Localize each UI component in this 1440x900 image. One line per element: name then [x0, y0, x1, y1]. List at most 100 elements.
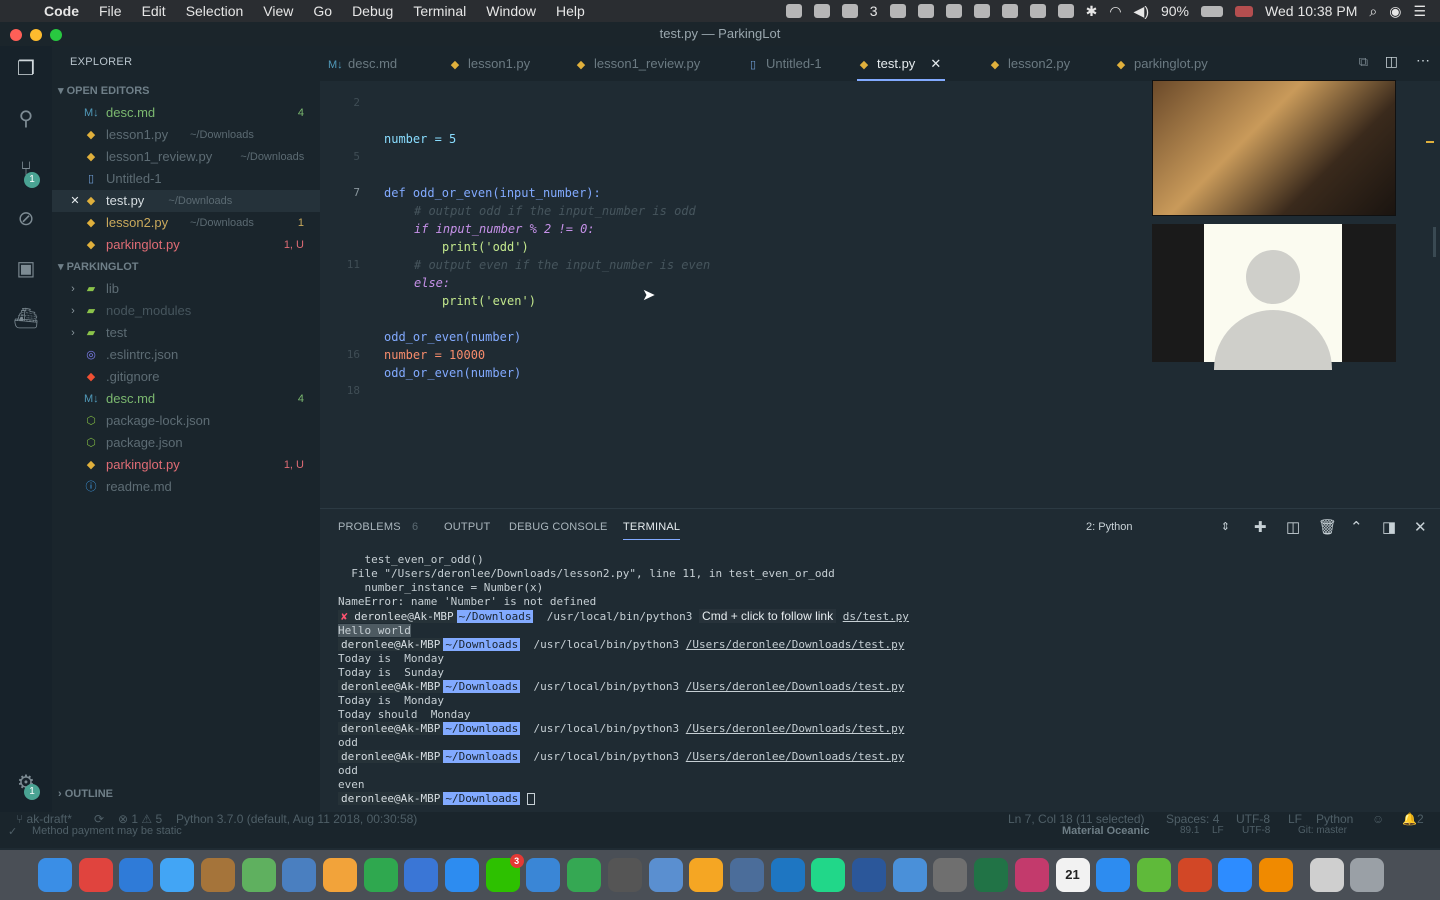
markdown-dock-icon[interactable]: [1096, 858, 1131, 892]
pycharm-dock-icon[interactable]: [811, 858, 846, 892]
search-icon[interactable]: ⚲: [13, 106, 39, 132]
close-editor-icon[interactable]: ✕: [68, 190, 82, 212]
feedback-icon[interactable]: ☺: [1372, 812, 1384, 826]
tab-untitled-1[interactable]: ▯ Untitled-1: [746, 46, 822, 81]
dropbox-icon[interactable]: [889, 4, 906, 18]
close-panel-icon[interactable]: ✕: [1414, 518, 1427, 536]
split-editor-icon[interactable]: ◫: [1385, 53, 1398, 70]
battery-percent[interactable]: 90%: [1161, 3, 1189, 19]
menu-file[interactable]: File: [89, 3, 132, 19]
menu-debug[interactable]: Debug: [342, 3, 403, 19]
branch-status[interactable]: ⑂ ak-draft*: [16, 812, 72, 826]
evernote-status-icon[interactable]: [813, 4, 830, 18]
close-tab-icon[interactable]: ✕: [930, 46, 941, 81]
tab-lesson1-py[interactable]: ◆ lesson1.py: [448, 46, 530, 81]
extensions-icon[interactable]: ▣: [13, 256, 39, 282]
outline-header[interactable]: › OUTLINE: [58, 788, 113, 800]
time-machine-icon[interactable]: [1057, 4, 1074, 18]
creative-cloud-icon[interactable]: [945, 4, 962, 18]
powerpoint-dock-icon[interactable]: [1177, 858, 1212, 892]
clipboard-icon[interactable]: [1029, 4, 1046, 18]
virtualbox-dock-icon[interactable]: [933, 858, 968, 892]
chevron-right-icon[interactable]: ›: [66, 278, 80, 300]
tab-test-py[interactable]: ◆ test.py ✕: [857, 46, 946, 81]
maps-dock-icon[interactable]: [241, 858, 276, 892]
sketch-dock-icon[interactable]: [689, 858, 724, 892]
open-editor-item[interactable]: M↓ desc.md 4: [52, 102, 320, 124]
tab-lesson2-py[interactable]: ◆ lesson2.py: [988, 46, 1070, 81]
close-window-button[interactable]: [10, 29, 22, 41]
menu-view[interactable]: View: [253, 3, 303, 19]
more-actions-icon[interactable]: ⋯: [1416, 52, 1430, 69]
preview-dock-icon[interactable]: [282, 858, 317, 892]
chevron-right-icon[interactable]: ›: [66, 300, 80, 322]
encoding-status-2[interactable]: UTF-8: [1242, 825, 1270, 836]
scrollbar-thumb[interactable]: [1433, 227, 1436, 257]
notes-dock-icon[interactable]: [200, 858, 235, 892]
sync-icon[interactable]: ⟳: [94, 812, 104, 826]
docker-icon[interactable]: ⛴: [13, 306, 39, 332]
appstore-dock-icon[interactable]: [445, 858, 479, 892]
notification-center-icon[interactable]: ☰: [1413, 3, 1426, 20]
theme-status[interactable]: Material Oceanic: [1062, 825, 1149, 837]
script-link[interactable]: ds/test.py: [843, 610, 909, 623]
chevron-up-icon[interactable]: ⌃: [1350, 518, 1363, 536]
messages-dock-icon[interactable]: [160, 858, 195, 892]
us-flag-icon[interactable]: [1235, 5, 1254, 17]
tab-lesson1-review-py[interactable]: ◆ lesson1_review.py: [574, 46, 700, 81]
wifi-icon[interactable]: ◠: [1109, 3, 1121, 20]
script-link[interactable]: /Users/deronlee/Downloads/test.py: [686, 638, 905, 651]
vlc-status-icon[interactable]: [785, 4, 802, 18]
menu-edit[interactable]: Edit: [132, 3, 176, 19]
sublime-dock-icon[interactable]: [607, 858, 642, 892]
folder-item[interactable]: › ▰ lib: [52, 278, 320, 300]
finder-dock-icon[interactable]: [38, 858, 72, 892]
interpreter-status[interactable]: Python 3.7.0 (default, Aug 11 2018, 00:3…: [176, 812, 417, 826]
tab-parkinglot-py[interactable]: ◆ parkinglot.py: [1114, 46, 1208, 81]
problems-status[interactable]: ⊗ 1 ⚠ 5: [118, 812, 162, 826]
spotlight-icon[interactable]: ⌕: [1369, 3, 1377, 20]
keynote-dock-icon[interactable]: [404, 858, 439, 892]
folder-item[interactable]: › ▰ node_modules: [52, 300, 320, 322]
git-branch-status[interactable]: Git: master: [1298, 825, 1347, 836]
split-terminal-icon[interactable]: ◫: [1286, 518, 1300, 536]
minimize-window-button[interactable]: [30, 29, 42, 41]
tab-desc-md[interactable]: M↓ desc.md: [328, 46, 397, 81]
project-header[interactable]: ▾ PARKINGLOT: [58, 260, 138, 273]
open-editor-item[interactable]: ✕ ◆ test.py ~/Downloads: [52, 190, 320, 212]
clock[interactable]: Wed 10:38 PM: [1265, 3, 1357, 19]
tab-terminal[interactable]: TERMINAL: [623, 521, 681, 540]
menu-help[interactable]: Help: [546, 3, 595, 19]
trash-icon[interactable]: 🗑: [1318, 518, 1337, 536]
volume-icon[interactable]: ◀): [1134, 3, 1149, 20]
tab-output[interactable]: OUTPUT: [444, 521, 490, 533]
explorer-icon[interactable]: ❐: [13, 56, 39, 82]
send-icon[interactable]: [917, 4, 934, 18]
wechat-status-icon[interactable]: [841, 4, 858, 18]
tab-problems[interactable]: PROBLEMS 6: [338, 521, 418, 533]
siri-icon[interactable]: ◉: [1389, 3, 1401, 20]
numbers-dock-icon[interactable]: [363, 858, 398, 892]
safari-dock-icon[interactable]: [119, 858, 154, 892]
evernote-dock-icon[interactable]: [567, 858, 602, 892]
excel-dock-icon[interactable]: [974, 858, 1009, 892]
menu-terminal[interactable]: Terminal: [403, 3, 476, 19]
file-item[interactable]: ⬡ package-lock.json: [52, 410, 320, 432]
file-item[interactable]: ◎ .eslintrc.json: [52, 344, 320, 366]
open-changes-icon[interactable]: ⧉: [1359, 54, 1368, 70]
script-link[interactable]: /Users/deronlee/Downloads/test.py: [686, 680, 905, 693]
menu-go[interactable]: Go: [303, 3, 342, 19]
chrome-dock-icon[interactable]: [78, 858, 113, 892]
file-item[interactable]: ⓘ readme.md: [52, 476, 320, 498]
mail-dock-icon[interactable]: [648, 858, 683, 892]
numbers2-dock-icon[interactable]: [1136, 858, 1171, 892]
debug-icon[interactable]: ⊘: [13, 206, 39, 232]
file-item[interactable]: ◆ .gitignore: [52, 366, 320, 388]
clipboard-dock-icon[interactable]: [1309, 858, 1344, 892]
open-editor-item[interactable]: ◆ lesson1.py ~/Downloads: [52, 124, 320, 146]
pages-dock-icon[interactable]: [322, 858, 357, 892]
script-link[interactable]: /Users/deronlee/Downloads/test.py: [686, 722, 905, 735]
indentation-status[interactable]: Spaces: 4: [1166, 812, 1219, 826]
zoom-dock-icon[interactable]: [1218, 858, 1253, 892]
instruments-dock-icon[interactable]: [729, 858, 764, 892]
